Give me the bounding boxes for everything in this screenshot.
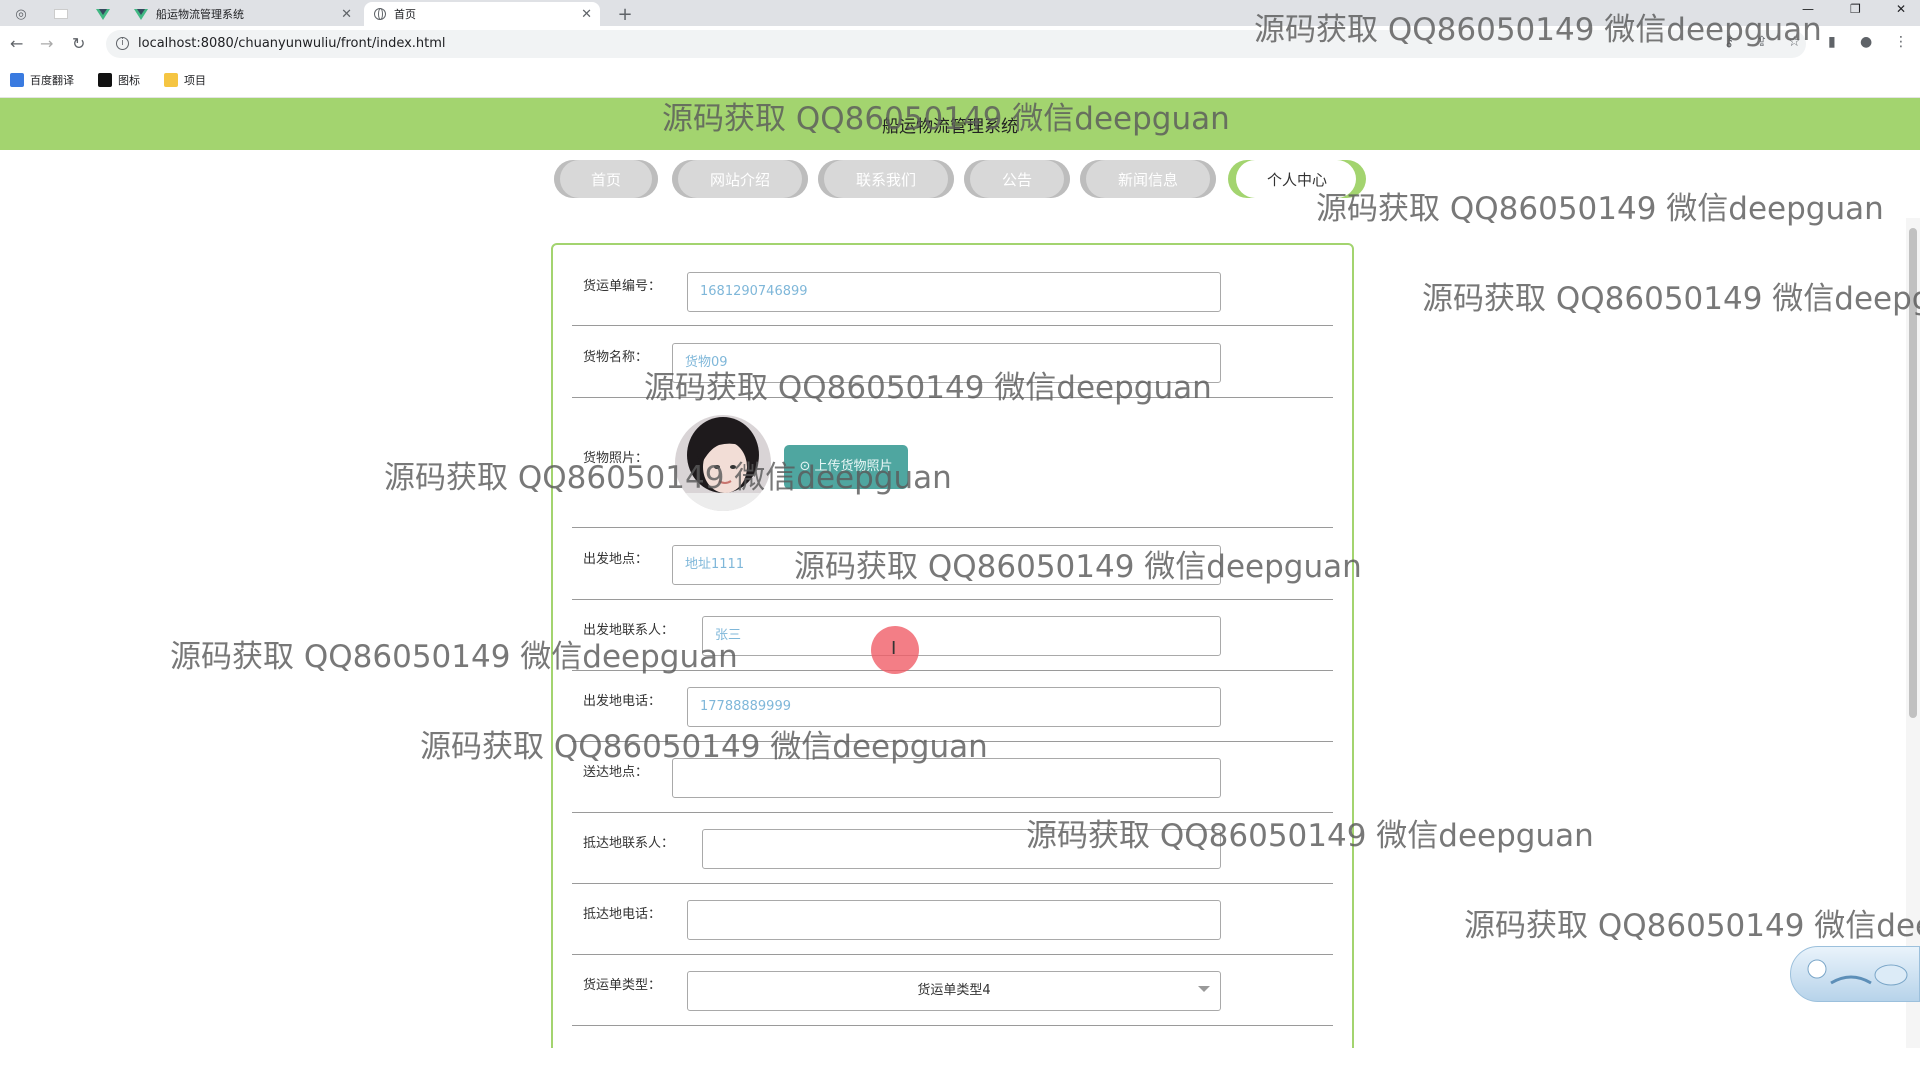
tab-title: 船运物流管理系统 [156,8,244,21]
divider [572,883,1333,884]
share-icon[interactable]: ⇪ [1756,34,1768,50]
forward-icon[interactable]: → [40,34,53,53]
field-label: 货运单编号： [583,279,662,294]
bookmark-item[interactable]: 图标 [98,72,140,88]
nav-notice[interactable]: 公告 [964,160,1070,198]
restore-icon[interactable]: ❐ [1850,2,1861,16]
goods-photo [675,415,771,511]
key-icon[interactable]: ⚷ [1724,34,1734,50]
input-method-widget[interactable] [1790,946,1920,1002]
scrollbar-thumb[interactable] [1909,228,1917,718]
divider [572,397,1333,398]
divider [572,1025,1333,1026]
bookmark-label: 项目 [184,74,206,87]
departure-phone-input[interactable]: 17788889999 [687,687,1221,727]
field-label: 出发地点： [583,552,649,567]
bookmarks-bar: 百度翻译 图标 项目 [0,62,1920,98]
info-icon[interactable]: i [116,37,129,50]
blank-tab[interactable] [48,3,74,25]
bookmark-item[interactable]: 项目 [164,72,206,88]
waybill-form: 货运单编号： 1681290746899 货物名称： 货物09 货物照片： ⊙ … [551,243,1354,1048]
nav-personal-center[interactable]: 个人中心 [1228,160,1366,198]
field-label: 送达地点： [583,765,649,780]
reload-icon[interactable]: ↻ [72,34,85,53]
field-label: 出发地电话： [583,694,662,709]
text-cursor-icon: I [891,638,897,659]
divider [572,325,1333,326]
nav-contact[interactable]: 联系我们 [818,160,954,198]
vue-logo-icon [134,8,148,20]
bookmark-item[interactable]: 百度翻译 [10,72,74,88]
site-title: 船运物流管理系统 [882,117,1018,137]
sidepanel-icon[interactable]: ▮ [1828,34,1836,50]
destination-input[interactable] [672,758,1221,798]
close-icon[interactable]: ✕ [581,7,592,22]
tab-title: 首页 [394,8,416,21]
arrival-phone-input[interactable] [687,900,1221,940]
nav-about[interactable]: 网站介绍 [672,160,808,198]
folder-icon [164,73,178,87]
divider [572,527,1333,528]
browser-tab-strip: ◎ 船运物流管理系统 ✕ 首页 ✕ + — ❐ ✕ [0,0,1920,26]
menu-icon[interactable]: ⋮ [1894,34,1908,50]
close-window-icon[interactable]: ✕ [1896,2,1906,16]
chevron-down-icon [1198,986,1210,992]
photo-image [675,415,771,511]
field-label: 货运单类型： [583,978,662,993]
page-content: 船运物流管理系统 首页 网站介绍 联系我们 公告 新闻信息 个人中心 货运单编号… [0,98,1920,1048]
divider [572,599,1333,600]
bookmark-icon [98,73,112,87]
browser-toolbar: ← → ↻ i localhost:8080/chuanyunwuliu/fro… [0,26,1920,62]
field-label: 抵达地联系人： [583,836,675,851]
divider [572,670,1333,671]
field-label: 出发地联系人： [583,623,675,638]
nav-news[interactable]: 新闻信息 [1080,160,1216,198]
star-icon[interactable]: ☆ [1788,34,1801,50]
upload-icon: ⊙ [799,459,815,474]
url-text: localhost:8080/chuanyunwuliu/front/index… [138,36,446,51]
select-value: 货运单类型4 [917,983,991,998]
tab-home[interactable]: 首页 ✕ [364,2,600,26]
goods-name-input[interactable]: 货物09 [672,343,1221,383]
minimize-icon[interactable]: — [1802,2,1814,16]
translate-icon [10,73,24,87]
upload-photo-button[interactable]: ⊙ 上传货物照片 [784,445,908,489]
address-bar[interactable]: i localhost:8080/chuanyunwuliu/front/ind… [106,30,1806,58]
globe-icon [374,8,386,20]
tab-search-icon[interactable]: ◎ [8,3,34,25]
ime-icon [1807,959,1908,986]
nav-home[interactable]: 首页 [554,160,658,198]
departure-place-input[interactable]: 地址1111 [672,545,1221,585]
tab-admin[interactable]: 船运物流管理系统 ✕ [124,2,360,26]
field-label: 货物照片： [583,451,649,466]
waybill-number-input[interactable]: 1681290746899 [687,272,1221,312]
field-label: 货物名称： [583,350,649,365]
departure-contact-input[interactable]: 张三 [702,616,1221,656]
profile-icon[interactable]: ● [1860,34,1872,50]
divider [572,741,1333,742]
new-tab-button[interactable]: + [612,3,638,25]
field-label: 抵达地电话： [583,907,662,922]
upload-button-label: 上传货物照片 [814,459,893,474]
bookmark-label: 百度翻译 [30,74,74,87]
waybill-type-select[interactable]: 货运单类型4 [687,971,1221,1011]
back-icon[interactable]: ← [10,34,23,53]
divider [572,954,1333,955]
pinned-vue-tab[interactable] [90,3,116,25]
close-icon[interactable]: ✕ [341,7,352,22]
page-scrollbar[interactable] [1906,218,1920,1048]
site-banner: 船运物流管理系统 [0,98,1920,150]
arrival-contact-input[interactable] [702,829,1221,869]
bookmark-label: 图标 [118,74,140,87]
cursor-highlight: I [871,626,919,674]
divider [572,812,1333,813]
